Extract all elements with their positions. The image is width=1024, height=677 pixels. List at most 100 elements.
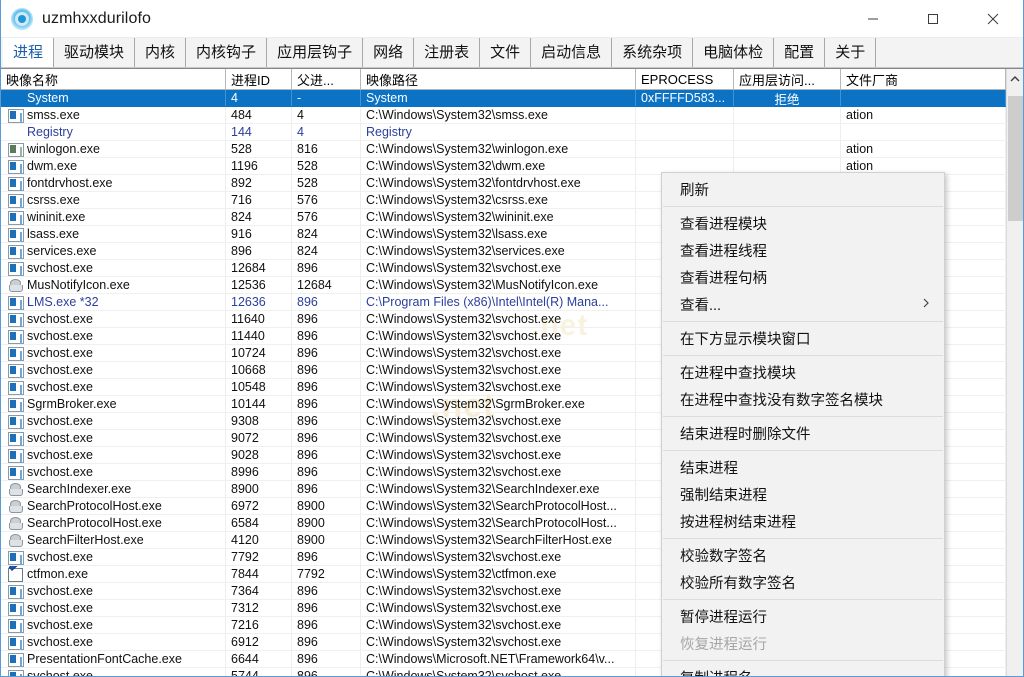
close-button[interactable] [963,0,1023,38]
cell-ppid: 824 [292,226,361,242]
cell-pid-text: 6972 [231,499,259,513]
cell-ppid: 576 [292,192,361,208]
table-row[interactable]: winlogon.exe 528 816 C:\Windows\System32\wi… [1,141,1023,158]
menu-item-16[interactable]: 按进程树结束进程 [662,508,944,535]
menu-item-5[interactable]: 查看... [662,291,944,318]
menu-item-10[interactable]: 在进程中查找没有数字签名模块 [662,386,944,413]
cell-pid-text: 1196 [231,159,258,173]
cell-image-path-text: C:\Windows\System32\ctfmon.exe [366,567,557,581]
cell-ppid: 896 [292,583,361,599]
menu-item-label: 校验数字签名 [680,549,767,565]
cell-image-path: C:\Program Files (x86)\Intel\Intel(R) Ma… [361,294,636,310]
cell-ppid: 576 [292,209,361,225]
cell-image-path-text: C:\Windows\System32\SearchIndexer.exe [366,482,600,496]
tab-11[interactable]: 配置 [774,38,826,67]
tab-1[interactable]: 驱动模块 [54,38,136,67]
cell-image-path-text: C:\Windows\System32\svchost.exe [366,312,562,326]
menu-item-24[interactable]: 复制进程名 [662,664,944,676]
cell-ppid: 896 [292,328,361,344]
cell-ppid: 896 [292,651,361,667]
tab-12[interactable]: 关于 [825,38,877,67]
column-header-0[interactable]: 映像名称 [1,69,226,89]
cell-eprocess-text: 0xFFFFD583... [641,91,726,105]
column-header-5[interactable]: 应用层访问... [734,69,841,89]
column-header-4[interactable]: EPROCESS [636,69,734,89]
cell-pid-text: 9028 [231,448,259,462]
minimize-button[interactable] [843,0,903,38]
scroll-up-arrow[interactable] [1007,69,1023,89]
cell-file-vendor-text: ation [846,159,874,173]
process-name-text: dwm.exe [27,159,78,173]
cell-image-path: C:\Windows\System32\SearchIndexer.exe [361,481,636,497]
menu-item-0[interactable]: 刷新 [662,176,944,203]
menu-item-15[interactable]: 强制结束进程 [662,481,944,508]
table-row[interactable]: System 4 - System 0xFFFFD583... 拒绝 [1,90,1023,107]
menu-item-18[interactable]: 校验数字签名 [662,542,944,569]
process-name-text: MusNotifyIcon.exe [27,278,130,292]
table-row[interactable]: smss.exe 484 4 C:\Windows\System32\smss.exe… [1,107,1023,124]
menu-item-21[interactable]: 暂停进程运行 [662,603,944,630]
tab-5[interactable]: 网络 [363,38,415,67]
tab-8[interactable]: 启动信息 [531,38,613,67]
main-tab-bar[interactable]: 进程 驱动模块 内核 内核钩子 应用层钩子 网络 注册表 文件 启动信息 系统杂项 电脑体检 配置 关于 [1,38,1023,68]
window-controls [843,0,1023,38]
tab-6[interactable]: 注册表 [414,38,481,67]
cell-image-path: C:\Windows\System32\MusNotifyIcon.exe [361,277,636,293]
tab-label: 应用层钩子 [277,44,353,61]
process-name-text: svchost.exe [27,363,94,377]
cell-image-path-text: C:\Windows\System32\smss.exe [366,108,548,122]
process-context-menu[interactable]: 刷新查看进程模块 查看进程线程 查看进程句柄 查看... 在下方显示模块窗口 在进程中查找… [661,172,945,676]
cell-pid: 5744 [226,668,292,676]
cell-image-path-text: System [366,91,408,105]
cell-ppid-text: 896 [297,414,318,428]
column-header-2[interactable]: 父进... [292,69,361,89]
cell-image-name: lsass.exe [1,226,226,242]
menu-item-3[interactable]: 查看进程线程 [662,237,944,264]
cell-ppid-text: 896 [297,601,318,615]
tab-7[interactable]: 文件 [480,38,532,67]
tab-0[interactable]: 进程 [3,38,55,67]
menu-item-12[interactable]: 结束进程时删除文件 [662,420,944,447]
cell-image-name: winlogon.exe [1,141,226,157]
cell-image-name: svchost.exe [1,634,226,650]
cell-image-path-text: C:\Windows\System32\svchost.exe [366,329,562,343]
cell-image-path: C:\Windows\System32\svchost.exe [361,413,636,429]
column-header-3[interactable]: 映像路径 [361,69,636,89]
executable-icon [7,634,24,650]
column-header-1[interactable]: 进程ID [226,69,292,89]
pen-icon [7,566,23,582]
cell-file-vendor: ation [841,107,1006,123]
cell-pid: 528 [226,141,292,157]
process-name-text: System [27,91,69,105]
menu-item-19[interactable]: 校验所有数字签名 [662,569,944,596]
column-header-6[interactable]: 文件厂商 [841,69,1006,89]
tab-4[interactable]: 应用层钩子 [267,38,364,67]
menu-item-14[interactable]: 结束进程 [662,454,944,481]
process-name-text: LMS.exe *32 [27,295,99,309]
menu-item-4[interactable]: 查看进程句柄 [662,264,944,291]
vertical-scrollbar[interactable] [1006,69,1023,676]
search-service-icon [7,277,23,293]
executable-icon [7,413,24,429]
menu-item-9[interactable]: 在进程中查找模块 [662,359,944,386]
cell-ppid-text: 12684 [297,278,332,292]
cell-image-path: System [361,90,636,106]
cell-ppid-text: 576 [297,193,318,207]
tab-2[interactable]: 内核 [135,38,187,67]
cell-image-path: C:\Windows\System32\svchost.exe [361,464,636,480]
tab-9[interactable]: 系统杂项 [612,38,694,67]
tab-10[interactable]: 电脑体检 [693,38,775,67]
table-row[interactable]: Registry 144 4 Registry [1,124,1023,141]
menu-item-2[interactable]: 查看进程模块 [662,210,944,237]
maximize-button[interactable] [903,0,963,38]
tab-3[interactable]: 内核钩子 [186,38,268,67]
scrollbar-thumb[interactable] [1008,96,1023,221]
cell-image-path: C:\Windows\System32\winlogon.exe [361,141,636,157]
cell-image-path: C:\Windows\System32\wininit.exe [361,209,636,225]
cell-ppid-text: 528 [297,176,318,190]
cell-ppid: 896 [292,549,361,565]
menu-item-7[interactable]: 在下方显示模块窗口 [662,325,944,352]
cell-image-name: SearchProtocolHost.exe [1,498,226,514]
cell-image-name: svchost.exe [1,379,226,395]
column-header-row[interactable]: 映像名称 进程ID 父进... 映像路径 EPROCESS 应用层访问... 文件厂商 [1,69,1023,90]
